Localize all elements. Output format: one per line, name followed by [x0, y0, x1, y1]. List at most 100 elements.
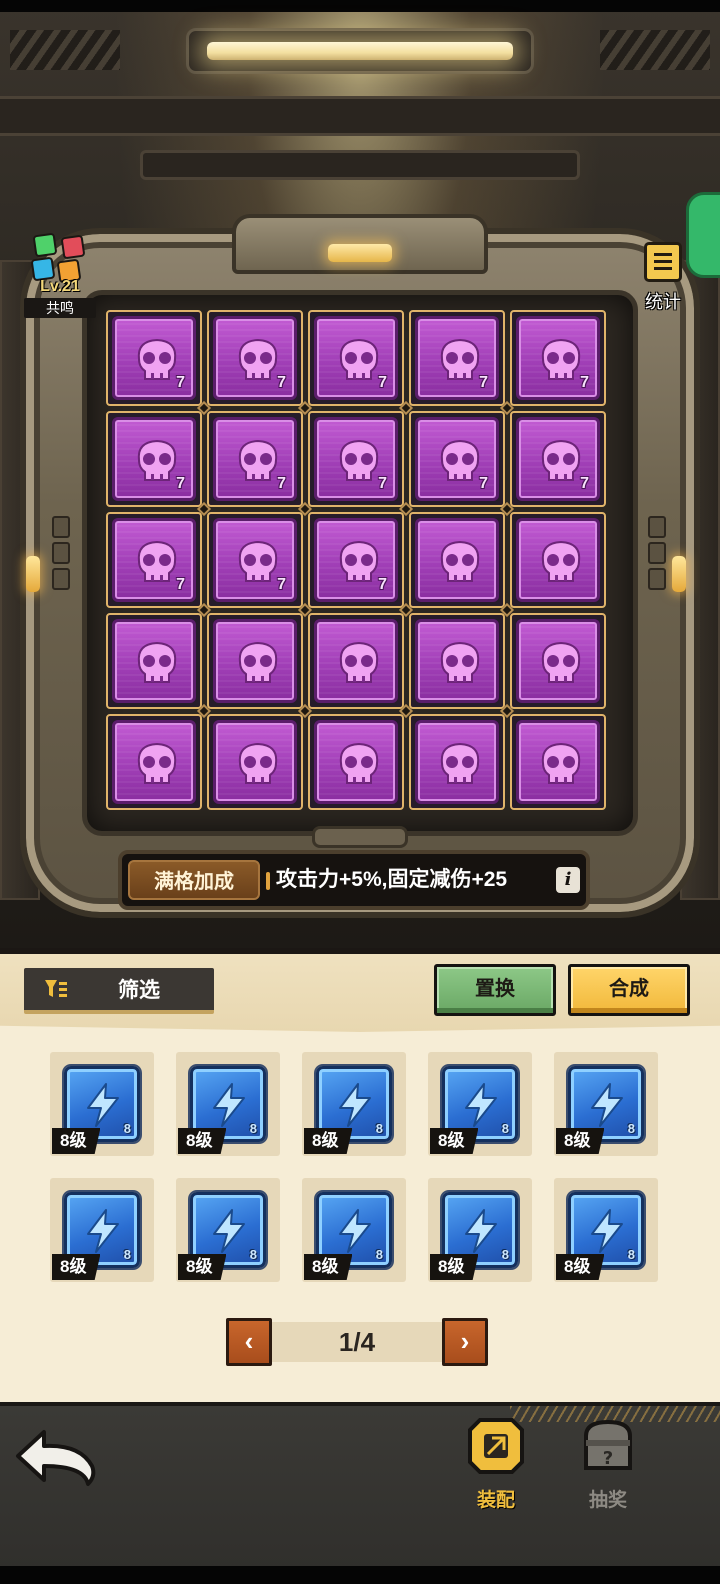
full-grid-bonus-bar: 满格加成 攻击力+5%,固定减伤+25 i — [118, 850, 590, 910]
grid-cell[interactable] — [510, 613, 606, 709]
skull-icon — [541, 641, 581, 683]
ceiling-beam — [0, 96, 720, 136]
grid-cell[interactable] — [308, 714, 404, 810]
door-slot — [648, 568, 666, 590]
grid-cell[interactable]: 7 — [308, 512, 404, 608]
nav-equip[interactable]: 装配 — [458, 1416, 534, 1512]
skull-module: 7 — [112, 518, 196, 602]
item-level-tag: 8级 — [178, 1254, 227, 1280]
grid-cell[interactable] — [207, 613, 303, 709]
info-icon[interactable]: i — [556, 867, 580, 893]
grid-cell[interactable] — [510, 512, 606, 608]
skull-module: 7 — [516, 417, 600, 501]
stats-button[interactable]: 统计 — [638, 242, 688, 320]
nav-draw-label: 抽奖 — [588, 1490, 627, 1511]
grid-cell[interactable] — [106, 613, 202, 709]
skull-module: 7 — [415, 316, 499, 400]
item-level-tag: 8级 — [304, 1254, 353, 1280]
lightning-icon — [591, 1209, 623, 1253]
chat-bubble-icon[interactable] — [686, 192, 720, 278]
skull-module: 7 — [213, 316, 297, 400]
bonus-tag: 满格加成 — [128, 860, 260, 900]
cell-level: 7 — [277, 475, 286, 492]
bottom-nav: 装配 ? 抽奖 — [0, 1402, 720, 1584]
next-page-button[interactable]: › — [442, 1318, 488, 1366]
grid-cell[interactable]: 7 — [510, 310, 606, 406]
grid-cell[interactable]: 7 — [308, 310, 404, 406]
lightning-icon — [591, 1083, 623, 1127]
gem-red-icon — [60, 234, 86, 260]
cell-level: 7 — [277, 576, 286, 593]
grid-cell[interactable]: 7 — [207, 411, 303, 507]
grid-cell[interactable] — [409, 613, 505, 709]
prev-page-button[interactable]: ‹ — [226, 1318, 272, 1366]
door-slot — [52, 568, 70, 590]
treasure-chest-icon: ? — [584, 1419, 632, 1470]
status-bar — [0, 0, 720, 12]
skull-module — [516, 720, 600, 804]
cell-level: 7 — [378, 576, 387, 593]
grid-cell[interactable]: 7 — [106, 512, 202, 608]
module-grid: 7 7 7 7 7 7 7 7 7 7 7 7 7 — [106, 310, 610, 814]
inventory-slot[interactable]: 8 8级 — [176, 1178, 280, 1282]
item-level-tag: 8级 — [430, 1128, 479, 1154]
skull-icon — [541, 742, 581, 784]
filter-label: 筛选 — [118, 979, 160, 1002]
skull-icon — [238, 641, 278, 683]
merge-button[interactable]: 合成 — [568, 964, 690, 1016]
item-level-tag: 8级 — [178, 1128, 227, 1154]
pagination: ‹ 1/4 › — [226, 1318, 488, 1366]
back-arrow-icon[interactable] — [14, 1426, 100, 1488]
grid-cell[interactable] — [510, 714, 606, 810]
resonance-badge[interactable]: Lv.21 共鸣 — [22, 228, 98, 320]
grid-cell[interactable]: 7 — [409, 310, 505, 406]
side-lamp-left — [26, 556, 40, 592]
skull-module: 7 — [516, 316, 600, 400]
cell-level: 7 — [176, 576, 185, 593]
skull-icon — [238, 742, 278, 784]
cell-level: 7 — [580, 374, 589, 391]
skull-icon — [137, 742, 177, 784]
grid-cell[interactable] — [207, 714, 303, 810]
skull-icon — [440, 540, 480, 582]
inventory-slot[interactable]: 8 8级 — [554, 1178, 658, 1282]
cell-level: 7 — [479, 374, 488, 391]
inventory-slot[interactable]: 8 8级 — [50, 1052, 154, 1156]
grid-cell[interactable] — [409, 512, 505, 608]
skull-module: 7 — [314, 316, 398, 400]
skull-icon — [339, 641, 379, 683]
item-level-tag: 8级 — [52, 1128, 101, 1154]
grid-cell[interactable] — [308, 613, 404, 709]
grid-cell[interactable]: 7 — [207, 310, 303, 406]
skull-module: 7 — [314, 417, 398, 501]
grid-cell[interactable] — [106, 714, 202, 810]
inventory-slot[interactable]: 8 8级 — [176, 1052, 280, 1156]
skull-module — [112, 720, 196, 804]
item-level-mini: 8 — [501, 1247, 509, 1262]
bonus-text: 攻击力+5%,固定减伤+25 — [276, 868, 508, 891]
filter-button[interactable]: 筛选 — [24, 968, 214, 1014]
cell-level: 7 — [176, 374, 185, 391]
grid-cell[interactable]: 7 — [106, 310, 202, 406]
inventory-slot[interactable]: 8 8级 — [428, 1052, 532, 1156]
vault-door-lamp-housing — [232, 214, 488, 274]
grid-cell[interactable] — [409, 714, 505, 810]
grid-cell[interactable]: 7 — [106, 411, 202, 507]
skull-module: 7 — [213, 417, 297, 501]
inventory-slot[interactable]: 8 8级 — [302, 1178, 406, 1282]
grid-cell[interactable]: 7 — [308, 411, 404, 507]
grid-cell[interactable]: 7 — [207, 512, 303, 608]
skull-module: 7 — [415, 417, 499, 501]
inventory-slot[interactable]: 8 8级 — [554, 1052, 658, 1156]
skull-module — [213, 720, 297, 804]
grid-cell[interactable]: 7 — [510, 411, 606, 507]
inventory-slot[interactable]: 8 8级 — [50, 1178, 154, 1282]
skull-module — [516, 619, 600, 703]
inventory-slot[interactable]: 8 8级 — [428, 1178, 532, 1282]
skull-module: 7 — [112, 316, 196, 400]
grid-cell[interactable]: 7 — [409, 411, 505, 507]
resonance-label: 共鸣 — [24, 298, 96, 318]
swap-button[interactable]: 置换 — [434, 964, 556, 1016]
inventory-slot[interactable]: 8 8级 — [302, 1052, 406, 1156]
nav-draw[interactable]: ? 抽奖 — [570, 1416, 646, 1512]
